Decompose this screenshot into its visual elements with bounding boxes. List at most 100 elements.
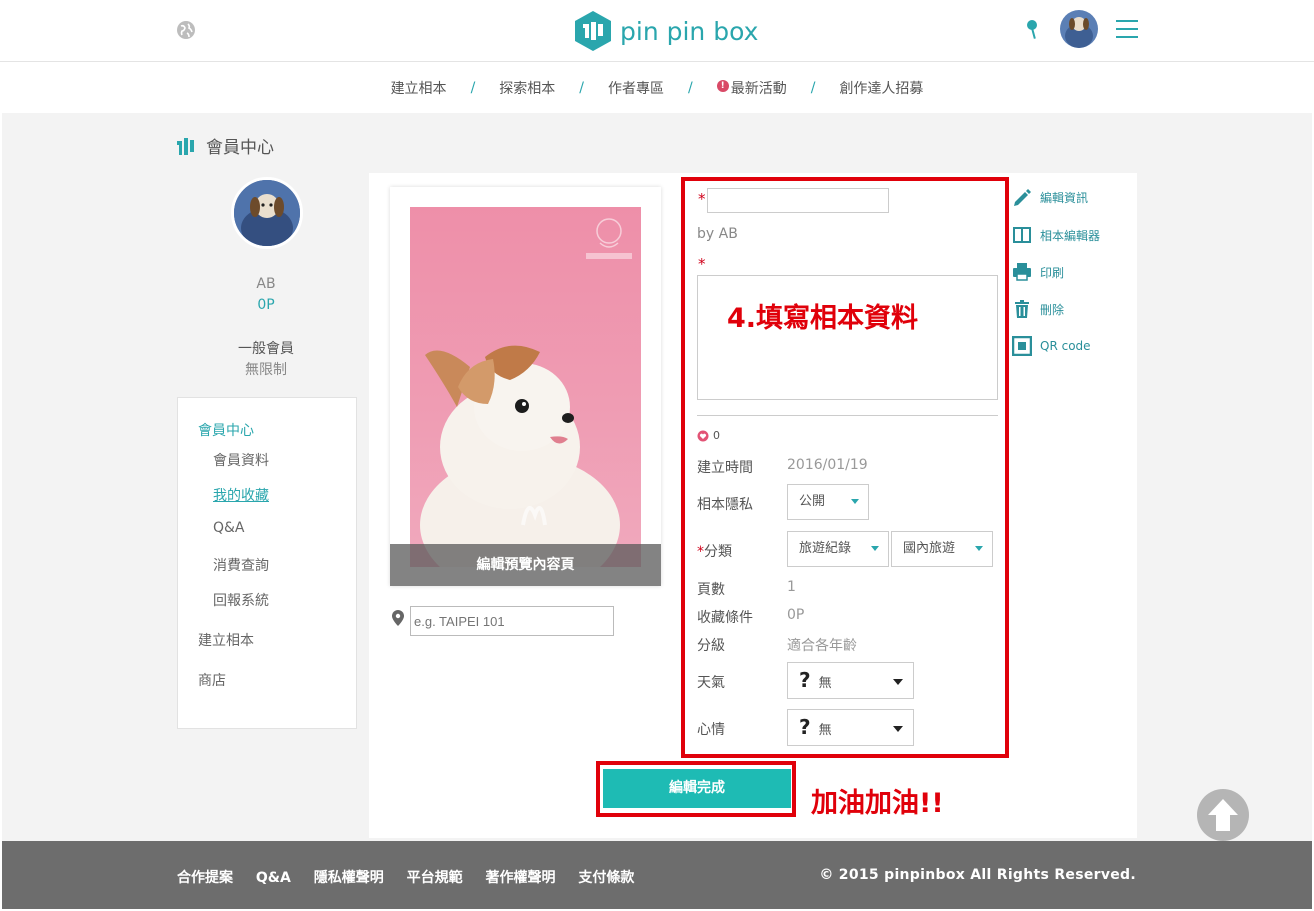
chevron-down-icon bbox=[893, 726, 903, 732]
sidebar-item-favorites[interactable]: 我的收藏 bbox=[213, 485, 269, 505]
printer-icon bbox=[1013, 263, 1031, 281]
nav-latest-events[interactable]: ! 最新活動 bbox=[716, 78, 787, 98]
sidebar-item-purchases[interactable]: 消費查詢 bbox=[213, 555, 269, 575]
required-mark: * bbox=[698, 255, 706, 273]
category-label: *分類 bbox=[697, 541, 732, 561]
album-title-input[interactable] bbox=[707, 188, 889, 213]
sidebar-item-create-album[interactable]: 建立相本 bbox=[198, 630, 254, 650]
scroll-to-top-button[interactable] bbox=[1197, 789, 1249, 841]
sidebar-menu: 會員中心 會員資料 我的收藏 Q&A 消費查詢 回報系統 建立相本 商店 bbox=[177, 397, 357, 729]
mood-select[interactable]: ? 無 bbox=[787, 709, 914, 746]
qr-code-icon bbox=[1012, 336, 1032, 356]
privacy-select-value: 公開 bbox=[799, 494, 826, 509]
nav-create-album[interactable]: 建立相本 bbox=[391, 78, 447, 98]
album-editor-label: 相本編輯器 bbox=[1040, 228, 1101, 243]
rating-value: 適合各年齡 bbox=[787, 638, 857, 654]
location-input[interactable] bbox=[410, 606, 614, 636]
mood-label: 心情 bbox=[697, 722, 725, 738]
pin-icon[interactable] bbox=[1024, 19, 1040, 41]
main-nav: 建立相本 / 探索相本 / 作者專區 / ! 最新活動 / 創作達人招募 bbox=[0, 63, 1314, 113]
pages-value: 1 bbox=[787, 579, 796, 595]
profile-points: 0P bbox=[257, 297, 275, 313]
nav-separator: / bbox=[688, 80, 693, 96]
category-select-value: 旅遊紀錄 bbox=[799, 541, 852, 556]
footer-links: 合作提案 Q&A 隱私權聲明 平台規範 著作權聲明 支付條款 bbox=[177, 867, 652, 887]
profile-name: AB bbox=[256, 276, 276, 292]
footer-link-copyright[interactable]: 著作權聲明 bbox=[485, 870, 555, 886]
album-editor-action[interactable]: 相本編輯器 bbox=[1012, 225, 1100, 245]
footer-link-payment-terms[interactable]: 支付條款 bbox=[578, 870, 634, 886]
nav-separator: / bbox=[470, 80, 476, 96]
album-byline: by AB bbox=[697, 226, 738, 242]
top-bar: pin pin box bbox=[0, 0, 1314, 62]
privacy-select[interactable]: 公開 bbox=[787, 484, 869, 520]
annotation-cheer: 加油加油!! bbox=[811, 788, 944, 819]
sidebar-item-shop[interactable]: 商店 bbox=[198, 670, 226, 690]
album-description-textarea[interactable] bbox=[697, 275, 998, 400]
nav-author-zone[interactable]: 作者專區 bbox=[608, 78, 664, 98]
sidebar-item-report[interactable]: 回報系統 bbox=[213, 590, 269, 610]
required-mark: * bbox=[698, 190, 706, 208]
form-divider bbox=[697, 415, 998, 416]
created-label: 建立時間 bbox=[697, 460, 753, 476]
weather-label: 天氣 bbox=[697, 675, 725, 691]
page-title: 會員中心 bbox=[176, 133, 274, 158]
edit-preview-button[interactable]: 編輯預覽內容頁 bbox=[390, 544, 661, 586]
category-label-text: 分類 bbox=[704, 544, 732, 560]
rating-label: 分級 bbox=[697, 638, 725, 654]
nav-creator-recruit[interactable]: 創作達人招募 bbox=[839, 78, 923, 98]
nav-explore-album[interactable]: 探索相本 bbox=[499, 78, 555, 98]
question-icon: ? bbox=[799, 715, 811, 739]
alert-icon: ! bbox=[716, 80, 729, 92]
print-label: 印刷 bbox=[1040, 265, 1065, 280]
nav-separator: / bbox=[579, 80, 584, 96]
subcategory-select[interactable]: 國內旅遊 bbox=[891, 531, 993, 567]
footer-link-cooperation[interactable]: 合作提案 bbox=[177, 870, 233, 886]
likes-count: 0 bbox=[713, 429, 720, 442]
finish-edit-button[interactable]: 編輯完成 bbox=[603, 769, 791, 808]
globe-icon[interactable] bbox=[176, 20, 196, 40]
footer-link-qa[interactable]: Q&A bbox=[256, 870, 291, 886]
annotation-fill-album-info: 4.填寫相本資料 bbox=[727, 303, 919, 334]
footer-link-platform-rules[interactable]: 平台規範 bbox=[407, 870, 463, 886]
profile-level: 一般會員 bbox=[238, 341, 294, 357]
privacy-label: 相本隱私 bbox=[697, 497, 753, 513]
chevron-down-icon bbox=[851, 499, 859, 504]
pencil-icon bbox=[1014, 189, 1031, 206]
chevron-down-icon bbox=[893, 679, 903, 685]
page-title-text: 會員中心 bbox=[206, 138, 274, 158]
avatar[interactable] bbox=[1060, 10, 1098, 48]
qr-code-label: QR code bbox=[1040, 339, 1091, 353]
edit-info-label: 編輯資訊 bbox=[1040, 190, 1089, 205]
category-select[interactable]: 旅遊紀錄 bbox=[787, 531, 889, 567]
collect-label: 收藏條件 bbox=[697, 610, 753, 626]
hamburger-icon[interactable] bbox=[1116, 20, 1138, 40]
sidebar-item-qa[interactable]: Q&A bbox=[213, 520, 245, 536]
nav-latest-events-label: 最新活動 bbox=[730, 81, 787, 97]
collect-value: 0P bbox=[787, 607, 805, 623]
brand-logo[interactable]: pin pin box bbox=[574, 9, 758, 53]
qr-code-action[interactable]: QR code bbox=[1012, 336, 1091, 356]
weather-select-value: 無 bbox=[818, 676, 832, 691]
footer-copyright: © 2015 pinpinbox All Rights Reserved. bbox=[819, 867, 1136, 883]
footer: 合作提案 Q&A 隱私權聲明 平台規範 著作權聲明 支付條款 © 2015 pi… bbox=[2, 841, 1312, 909]
weather-select[interactable]: ? 無 bbox=[787, 662, 914, 699]
location-pin-icon bbox=[392, 610, 404, 626]
profile-avatar bbox=[231, 177, 303, 249]
question-icon: ? bbox=[799, 668, 811, 692]
heart-icon bbox=[697, 430, 709, 442]
album-cover-image bbox=[410, 207, 641, 567]
book-icon bbox=[1013, 227, 1031, 243]
delete-action[interactable]: 刪除 bbox=[1012, 299, 1064, 319]
sidebar-item-member-center[interactable]: 會員中心 bbox=[198, 420, 254, 440]
arrow-up-icon bbox=[1208, 799, 1238, 831]
chevron-down-icon bbox=[871, 546, 879, 551]
print-action[interactable]: 印刷 bbox=[1012, 262, 1064, 282]
nav-separator: / bbox=[810, 80, 816, 96]
brand-name: pin pin box bbox=[620, 16, 759, 46]
sidebar-item-member-info[interactable]: 會員資料 bbox=[213, 450, 269, 470]
edit-info-action[interactable]: 編輯資訊 bbox=[1012, 187, 1088, 207]
footer-link-privacy[interactable]: 隱私權聲明 bbox=[314, 870, 384, 886]
subcategory-select-value: 國內旅遊 bbox=[903, 541, 956, 556]
logo-mark-icon bbox=[177, 137, 194, 155]
